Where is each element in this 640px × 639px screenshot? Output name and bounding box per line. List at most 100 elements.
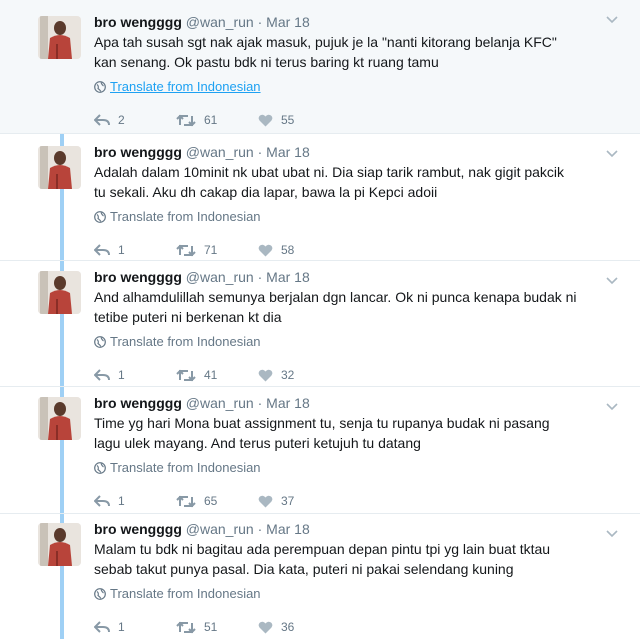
retweet-button[interactable]: 41 [176,368,258,382]
retweet-button[interactable]: 71 [176,243,258,257]
tweet-text-line: kan senang. Ok pastu bdk ni terus baring… [94,54,439,70]
separator-dot: · [257,144,263,160]
like-button[interactable]: 32 [258,368,340,382]
timestamp[interactable]: Mar 18 [266,269,310,285]
separator-dot: · [257,269,263,285]
tweet-text-line: And alhamdulillah semunya berjalan dgn l… [94,289,577,305]
timestamp[interactable]: Mar 18 [266,395,310,411]
retweet-count: 41 [204,368,218,382]
translate-label[interactable]: Translate from Indonesian [110,78,261,96]
username[interactable]: @wan_run [186,14,254,30]
tweet-actions: 1 41 32 [94,368,620,382]
globe-icon [94,81,106,93]
tweet-text-line: Adalah dalam 10minit nk ubat ubat ni. Di… [94,164,565,180]
avatar[interactable] [38,16,81,59]
username[interactable]: @wan_run [186,395,254,411]
reply-button[interactable]: 1 [94,620,176,634]
display-name[interactable]: bro wengggg [94,14,182,30]
avatar[interactable] [38,523,81,566]
username[interactable]: @wan_run [186,144,254,160]
globe-icon [94,588,106,600]
tweet-text-line: tetibe puteri ni berkenan kt dia [94,309,282,325]
tweet-header: bro wengggg @wan_run · Mar 18 [94,142,620,162]
like-button[interactable]: 37 [258,494,340,508]
retweet-button[interactable]: 51 [176,620,258,634]
translate-link[interactable]: Translate from Indonesian [94,585,620,603]
reply-button[interactable]: 1 [94,368,176,382]
heart-icon [258,495,273,507]
tweet[interactable]: bro wengggg @wan_run · Mar 18 Malam tu b… [0,514,640,639]
tweet[interactable]: bro wengggg @wan_run · Mar 18 Time yg ha… [0,387,640,514]
translate-label[interactable]: Translate from Indonesian [110,459,261,477]
reply-icon [94,114,110,126]
tweet-text-line: Apa tah susah sgt nak ajak masuk, pujuk … [94,34,557,50]
tweet-text-line: Malam tu bdk ni bagitau ada perempuan de… [94,541,551,557]
globe-icon [94,462,106,474]
retweet-count: 71 [204,243,218,257]
heart-icon [258,621,273,633]
retweet-icon [176,621,196,633]
like-count: 37 [281,494,295,508]
username[interactable]: @wan_run [186,521,254,537]
retweet-button[interactable]: 65 [176,494,258,508]
username[interactable]: @wan_run [186,269,254,285]
like-button[interactable]: 55 [258,113,340,127]
reply-icon [94,369,110,381]
retweet-icon [176,495,196,507]
timestamp[interactable]: Mar 18 [266,144,310,160]
display-name[interactable]: bro wengggg [94,144,182,160]
heart-icon [258,244,273,256]
timestamp[interactable]: Mar 18 [266,14,310,30]
display-name[interactable]: bro wengggg [94,521,182,537]
reply-icon [94,495,110,507]
retweet-count: 51 [204,620,218,634]
tweet-actions: 1 51 36 [94,620,620,634]
avatar[interactable] [38,397,81,440]
tweet[interactable]: bro wengggg @wan_run · Mar 18 Adalah dal… [0,134,640,261]
tweet-text-line: lagu ulek mayang. And terus puteri ketuj… [94,435,421,451]
separator-dot: · [257,14,263,30]
reply-count: 1 [118,243,125,257]
reply-icon [94,244,110,256]
tweet[interactable]: bro wengggg @wan_run · Mar 18 Apa tah su… [0,0,640,134]
tweet-text-line: tu sekali. Aku dh cakap dia lapar, bawa … [94,184,438,200]
tweet-actions: 1 65 37 [94,494,620,508]
tweet-actions: 1 71 58 [94,243,620,257]
translate-link[interactable]: Translate from Indonesian [94,208,620,226]
translate-label[interactable]: Translate from Indonesian [110,585,261,603]
reply-icon [94,621,110,633]
like-count: 55 [281,113,295,127]
retweet-icon [176,244,196,256]
translate-label[interactable]: Translate from Indonesian [110,333,261,351]
translate-label[interactable]: Translate from Indonesian [110,208,261,226]
retweet-button[interactable]: 61 [176,113,258,127]
tweet-text-line: sebab takut punya pasal. Dia kata, puter… [94,561,514,577]
reply-button[interactable]: 2 [94,113,176,127]
tweet[interactable]: bro wengggg @wan_run · Mar 18 And alhamd… [0,261,640,387]
like-count: 58 [281,243,295,257]
translate-link[interactable]: Translate from Indonesian [94,78,620,96]
like-count: 32 [281,368,295,382]
retweet-icon [176,114,196,126]
avatar[interactable] [38,271,81,314]
tweet-header: bro wengggg @wan_run · Mar 18 [94,12,620,32]
retweet-count: 65 [204,494,218,508]
avatar[interactable] [38,146,81,189]
globe-icon [94,211,106,223]
reply-button[interactable]: 1 [94,494,176,508]
translate-link[interactable]: Translate from Indonesian [94,459,620,477]
timestamp[interactable]: Mar 18 [266,521,310,537]
reply-button[interactable]: 1 [94,243,176,257]
retweet-count: 61 [204,113,218,127]
translate-link[interactable]: Translate from Indonesian [94,333,620,351]
heart-icon [258,114,273,126]
reply-count: 1 [118,494,125,508]
tweet-actions: 2 61 55 [94,113,620,127]
display-name[interactable]: bro wengggg [94,395,182,411]
display-name[interactable]: bro wengggg [94,269,182,285]
heart-icon [258,369,273,381]
tweet-header: bro wengggg @wan_run · Mar 18 [94,267,620,287]
like-button[interactable]: 36 [258,620,340,634]
globe-icon [94,336,106,348]
like-button[interactable]: 58 [258,243,340,257]
